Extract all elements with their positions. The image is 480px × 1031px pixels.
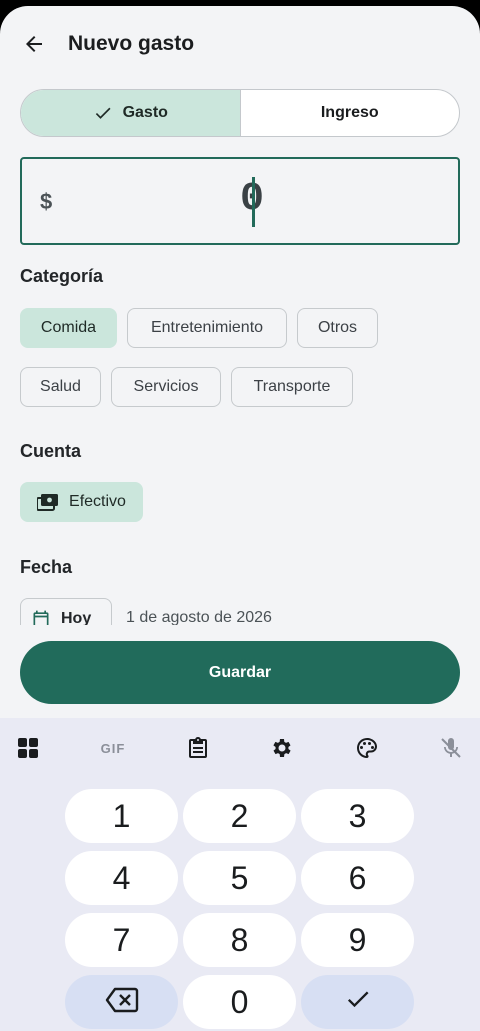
- chip-label: Servicios: [133, 378, 199, 395]
- category-chip-entretenimiento[interactable]: Entretenimiento: [127, 308, 287, 348]
- key-label: 1: [112, 797, 131, 834]
- key-label: 0: [230, 983, 249, 1020]
- key-label: 8: [230, 921, 249, 958]
- key-9[interactable]: 9: [301, 913, 414, 967]
- settings-icon[interactable]: [268, 734, 296, 762]
- key-label: 2: [230, 797, 249, 834]
- key-3[interactable]: 3: [301, 789, 414, 843]
- done-key[interactable]: [301, 975, 414, 1029]
- key-label: 7: [112, 921, 131, 958]
- check-icon: [344, 984, 372, 1021]
- category-chip-transporte[interactable]: Transporte: [231, 367, 353, 407]
- check-icon: [93, 103, 113, 123]
- category-chip-salud[interactable]: Salud: [20, 367, 101, 407]
- category-chip-comida[interactable]: Comida: [20, 308, 117, 348]
- app-bar: Nuevo gasto: [0, 6, 480, 84]
- page-title: Nuevo gasto: [68, 32, 195, 55]
- key-6[interactable]: 6: [301, 851, 414, 905]
- key-label: 5: [230, 859, 249, 896]
- ingreso-label: Ingreso: [320, 104, 379, 121]
- amount-input[interactable]: $ 0: [20, 157, 460, 245]
- save-label: Guardar: [208, 663, 272, 681]
- mic-off-icon[interactable]: [437, 734, 465, 762]
- chip-label: Entretenimiento: [150, 319, 264, 336]
- gasto-label: Gasto: [122, 104, 168, 121]
- chip-label: Efectivo: [69, 493, 126, 510]
- key-4[interactable]: 4: [65, 851, 178, 905]
- category-title: Categoría: [20, 266, 104, 286]
- backspace-icon: [105, 984, 139, 1021]
- text-cursor: [252, 177, 255, 227]
- account-title: Cuenta: [20, 441, 82, 461]
- chip-label: Salud: [40, 378, 81, 395]
- key-0[interactable]: 0: [183, 975, 296, 1029]
- keyboard-toolbar: GIF: [0, 718, 480, 776]
- key-8[interactable]: 8: [183, 913, 296, 967]
- account-chip-efectivo[interactable]: Efectivo: [20, 482, 143, 522]
- key-label: 3: [348, 797, 367, 834]
- gif-label: GIF: [100, 740, 126, 756]
- gif-button[interactable]: GIF: [98, 734, 128, 762]
- category-chip-otros[interactable]: Otros: [297, 308, 378, 348]
- save-button[interactable]: Guardar: [20, 641, 460, 704]
- gasto-toggle-button[interactable]: Gasto: [21, 90, 241, 136]
- key-label: 6: [348, 859, 367, 896]
- numeric-keyboard: GIF 1 2 3 4 5 6 7 8 9 0: [0, 718, 480, 1031]
- key-5[interactable]: 5: [183, 851, 296, 905]
- back-button[interactable]: [18, 30, 50, 62]
- date-title: Fecha: [20, 557, 73, 577]
- key-7[interactable]: 7: [65, 913, 178, 967]
- backspace-key[interactable]: [65, 975, 178, 1029]
- chip-label: Comida: [40, 319, 97, 336]
- key-label: 9: [348, 921, 367, 958]
- key-1[interactable]: 1: [65, 789, 178, 843]
- type-toggle: Gasto Ingreso: [20, 89, 460, 137]
- key-label: 4: [112, 859, 131, 896]
- palette-icon[interactable]: [353, 734, 381, 762]
- app-screen: Nuevo gasto Gasto Ingreso $ 0 Categoría …: [0, 6, 480, 1031]
- arrow-left-icon: [22, 32, 46, 61]
- apps-icon[interactable]: [14, 734, 42, 762]
- clipboard-icon[interactable]: [184, 734, 212, 762]
- chip-label: Transporte: [253, 378, 331, 395]
- ingreso-toggle-button[interactable]: Ingreso: [241, 90, 460, 136]
- key-2[interactable]: 2: [183, 789, 296, 843]
- currency-symbol: $: [40, 189, 53, 214]
- cash-icon: [37, 493, 59, 511]
- chip-label: Otros: [317, 319, 358, 336]
- category-chip-servicios[interactable]: Servicios: [111, 367, 221, 407]
